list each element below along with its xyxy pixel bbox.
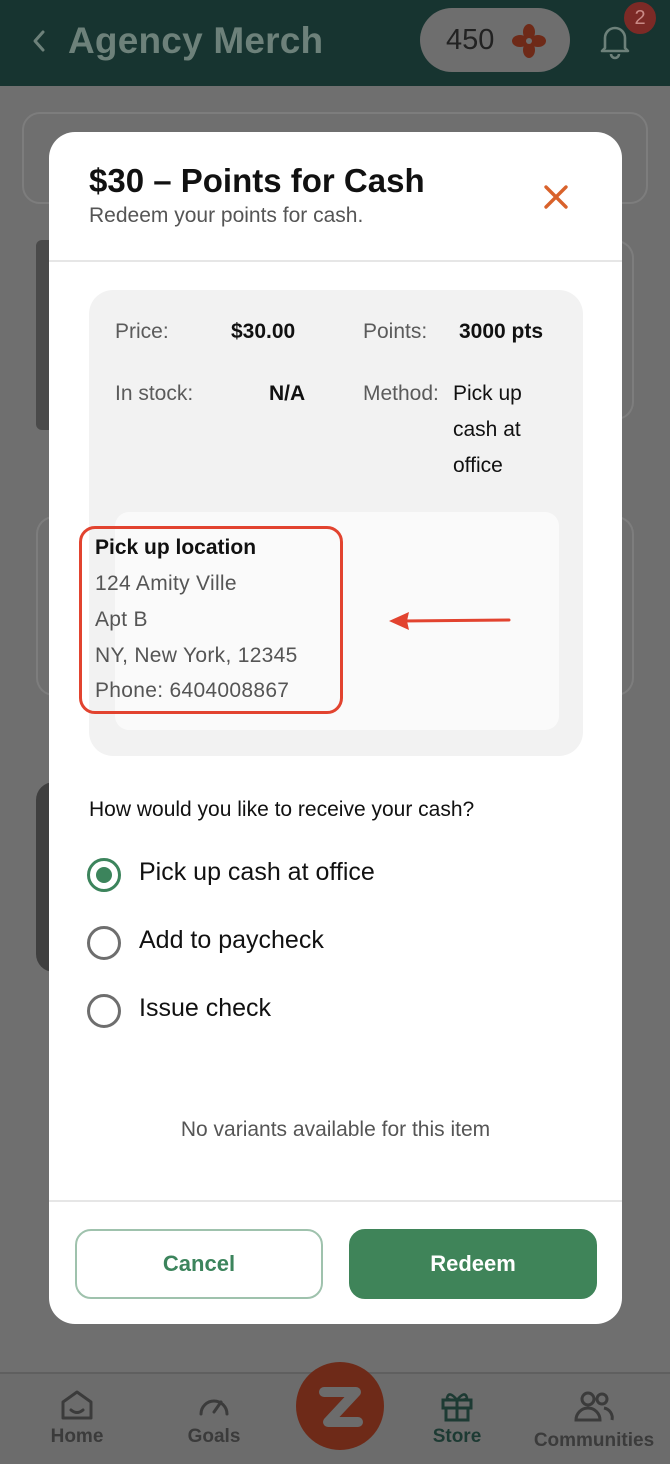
nav-item-home[interactable]: Home — [40, 1388, 114, 1448]
home-icon — [61, 1390, 93, 1420]
method-value: Pick up cash at office — [453, 382, 522, 477]
option-label: Issue check — [139, 994, 272, 1022]
points-value: 3000 pts — [459, 320, 544, 343]
app-header: Agency Merch 450 2 — [0, 0, 670, 86]
page-title: Agency Merch — [68, 20, 324, 61]
price-value: $30.00 — [231, 320, 296, 343]
users-icon — [574, 1391, 614, 1422]
close-icon[interactable] — [541, 182, 571, 212]
points-flower-icon — [512, 24, 546, 58]
redeem-button[interactable]: Redeem — [349, 1229, 597, 1299]
receive-method-question: How would you like to receive your cash? — [89, 798, 475, 821]
brand-logo-button[interactable] — [296, 1362, 384, 1450]
modal-title: $30 – Points for Cash — [89, 162, 425, 199]
pickup-address-line: NY, New York, 12345 — [95, 644, 298, 667]
nav-label: Goals — [187, 1426, 241, 1447]
nav-label: Communities — [533, 1430, 655, 1451]
points-balance-pill[interactable]: 450 — [420, 8, 570, 72]
bottom-nav: Home Goals Store Communities — [0, 1362, 670, 1464]
cancel-button[interactable]: Cancel — [75, 1229, 323, 1299]
radio-button[interactable] — [87, 994, 121, 1028]
annotation-arrow-icon — [389, 612, 511, 630]
nav-item-store[interactable]: Store — [420, 1388, 494, 1448]
nav-label: Store — [432, 1426, 482, 1447]
gauge-icon — [199, 1399, 229, 1416]
points-balance: 450 — [446, 24, 495, 56]
option-label: Pick up cash at office — [139, 858, 375, 886]
modal-subtitle: Redeem your points for cash. — [89, 204, 364, 227]
divider — [49, 260, 622, 262]
nav-item-goals[interactable]: Goals — [176, 1388, 252, 1448]
gift-icon — [441, 1393, 473, 1422]
option-label: Add to paycheck — [139, 926, 324, 954]
chevron-left-icon[interactable] — [26, 26, 52, 56]
redeem-modal: $30 – Points for Cash Redeem your points… — [49, 132, 622, 1324]
brand-z-icon — [319, 1387, 363, 1427]
pickup-address-line: 124 Amity Ville — [95, 572, 237, 595]
pickup-location-title: Pick up location — [95, 536, 257, 559]
nav-label: Home — [50, 1426, 104, 1447]
price-label: Price: — [115, 320, 169, 343]
radio-button[interactable] — [87, 858, 121, 892]
points-label: Points: — [363, 320, 428, 343]
divider — [49, 1200, 622, 1202]
stock-label: In stock: — [115, 382, 194, 405]
pickup-phone: Phone: 6404008867 — [95, 679, 290, 702]
radio-button[interactable] — [87, 926, 121, 960]
method-label: Method: — [363, 382, 439, 405]
pickup-address-line: Apt B — [95, 608, 148, 631]
notification-badge: 2 — [622, 0, 658, 36]
stock-value: N/A — [269, 382, 306, 405]
no-variants-message: No variants available for this item — [180, 1118, 491, 1141]
nav-item-communities[interactable]: Communities — [528, 1388, 660, 1452]
